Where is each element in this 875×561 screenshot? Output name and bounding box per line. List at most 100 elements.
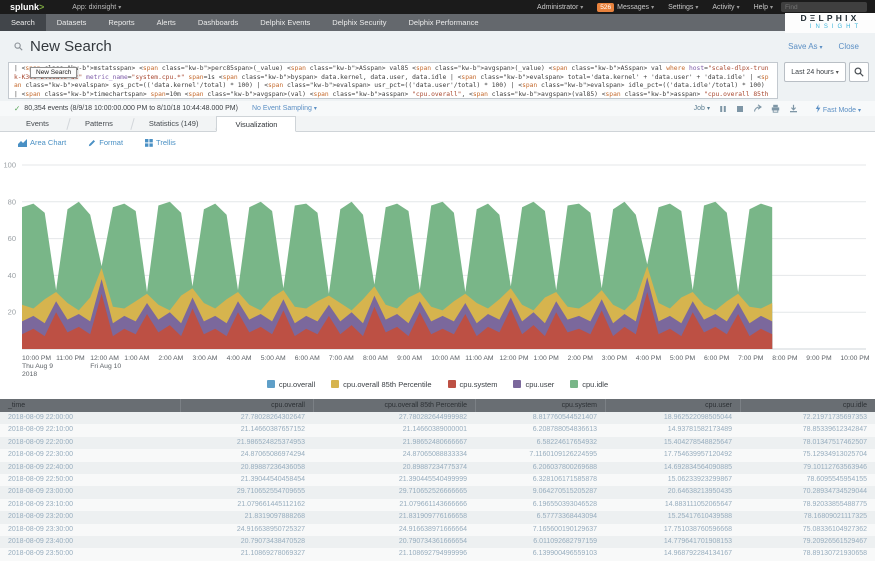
cell-time[interactable]: 2018-08-09 23:00:00 — [0, 486, 180, 498]
stop-job-button[interactable] — [736, 105, 744, 113]
cell-value[interactable]: 6.206037800269688 — [475, 462, 605, 474]
tab-events[interactable]: Events — [8, 116, 67, 131]
format-button[interactable]: Format — [88, 138, 123, 147]
cell-time[interactable]: 2018-08-09 22:40:00 — [0, 462, 180, 474]
cell-value[interactable]: 21.14660389000001 — [313, 424, 475, 436]
top-menu-help[interactable]: Help▾ — [754, 4, 773, 11]
app-menu[interactable]: App: dxinsight▾ — [72, 4, 121, 11]
chart-type-picker[interactable]: Area Chart — [18, 138, 66, 147]
cell-time[interactable]: 2018-08-09 22:20:00 — [0, 437, 180, 449]
cell-value[interactable]: 6.58224617654932 — [475, 437, 605, 449]
column-header-cpu-system[interactable]: cpu.system — [475, 399, 605, 412]
cell-value[interactable]: 27.78028264302647 — [180, 412, 313, 424]
column-header-cpu-idle[interactable]: cpu.idle — [740, 399, 875, 412]
cell-value[interactable]: 20.89887234775374 — [313, 462, 475, 474]
cell-value[interactable]: 21.390445540499999 — [313, 474, 475, 486]
cell-value[interactable]: 20.89887236436058 — [180, 462, 313, 474]
top-menu-messages[interactable]: 526Messages▾ — [597, 3, 654, 12]
cell-value[interactable]: 6.139900496559103 — [475, 548, 605, 560]
column-header-cpu-user[interactable]: cpu.user — [605, 399, 740, 412]
cell-value[interactable]: 21.831909776166658 — [313, 511, 475, 523]
cell-value[interactable]: 27.780282644999982 — [313, 412, 475, 424]
cell-value[interactable]: 75.12934913025704 — [740, 449, 875, 461]
cell-time[interactable]: 2018-08-09 23:50:00 — [0, 548, 180, 560]
cell-value[interactable]: 17.751038760596668 — [605, 524, 740, 536]
nav-item-search[interactable]: Search — [0, 14, 46, 31]
cell-value[interactable]: 78.16809021117325 — [740, 511, 875, 523]
cell-value[interactable]: 75.08336104927362 — [740, 524, 875, 536]
cell-value[interactable]: 14.692834564090885 — [605, 462, 740, 474]
cell-value[interactable]: 14.968792284134167 — [605, 548, 740, 560]
cell-value[interactable]: 15.06233923299867 — [605, 474, 740, 486]
nav-item-delphix-security[interactable]: Delphix Security — [321, 14, 397, 31]
tab-patterns[interactable]: Patterns — [67, 116, 131, 131]
top-menu-activity[interactable]: Activity▾ — [712, 4, 739, 11]
cell-value[interactable]: 6.328106171585878 — [475, 474, 605, 486]
cell-value[interactable]: 21.14660387657152 — [180, 424, 313, 436]
column-header-cpu-overall-85th-percentile[interactable]: cpu.overall 85th Percentile — [313, 399, 475, 412]
cell-value[interactable]: 21.39044540458454 — [180, 474, 313, 486]
cell-value[interactable]: 20.64638213950435 — [605, 486, 740, 498]
search-mode-menu[interactable]: Fast Mode▾ — [815, 104, 861, 114]
nav-item-delphix-performance[interactable]: Delphix Performance — [398, 14, 490, 31]
cell-value[interactable]: 15.25417610439588 — [605, 511, 740, 523]
cell-value[interactable]: 14.883111052065647 — [605, 499, 740, 511]
job-menu[interactable]: Job▾ — [694, 105, 710, 112]
pause-job-button[interactable] — [719, 105, 727, 113]
cell-value[interactable]: 20.79073438470528 — [180, 536, 313, 548]
time-range-picker[interactable]: Last 24 hours▾ — [784, 62, 846, 82]
cell-value[interactable]: 14.779641701908153 — [605, 536, 740, 548]
event-sampling-menu[interactable]: No Event Sampling▾ — [252, 105, 317, 112]
cell-time[interactable]: 2018-08-09 22:00:00 — [0, 412, 180, 424]
cell-value[interactable]: 9.064270515205287 — [475, 486, 605, 498]
cell-value[interactable]: 24.916638950725327 — [180, 524, 313, 536]
trellis-button[interactable]: Trellis — [145, 138, 176, 147]
cell-time[interactable]: 2018-08-09 23:10:00 — [0, 499, 180, 511]
cell-value[interactable]: 21.8319097888268 — [180, 511, 313, 523]
share-job-button[interactable] — [753, 104, 762, 113]
cell-value[interactable]: 7.165600190129637 — [475, 524, 605, 536]
cell-value[interactable]: 6.208788054836613 — [475, 424, 605, 436]
cell-value[interactable]: 7.1160109126224595 — [475, 449, 605, 461]
tab-visualization[interactable]: Visualization — [216, 116, 296, 132]
cell-value[interactable]: 29.710652526666665 — [313, 486, 475, 498]
cell-value[interactable]: 79.10112763563946 — [740, 462, 875, 474]
cell-value[interactable]: 24.916638971666664 — [313, 524, 475, 536]
cell-value[interactable]: 21.108692794999996 — [313, 548, 475, 560]
column-header-time[interactable]: _time — [0, 399, 180, 412]
cell-value[interactable]: 6.57773368443094 — [475, 511, 605, 523]
cell-value[interactable]: 6.196550393046528 — [475, 499, 605, 511]
cell-value[interactable]: 15.404278548825647 — [605, 437, 740, 449]
top-menu-settings[interactable]: Settings▾ — [668, 4, 698, 11]
close-button[interactable]: Close — [839, 42, 859, 51]
cell-time[interactable]: 2018-08-09 23:40:00 — [0, 536, 180, 548]
cell-value[interactable]: 21.98652480666667 — [313, 437, 475, 449]
cell-time[interactable]: 2018-08-09 23:30:00 — [0, 524, 180, 536]
cell-time[interactable]: 2018-08-09 23:20:00 — [0, 511, 180, 523]
cell-value[interactable]: 29.710652554709655 — [180, 486, 313, 498]
top-menu-administrator[interactable]: Administrator▾ — [537, 4, 583, 11]
cell-value[interactable]: 78.89130721930658 — [740, 548, 875, 560]
search-query-input[interactable]: | <span class="kw-b">mstatsspan> <span c… — [8, 62, 778, 99]
nav-item-delphix-events[interactable]: Delphix Events — [249, 14, 321, 31]
nav-item-reports[interactable]: Reports — [97, 14, 145, 31]
nav-item-datasets[interactable]: Datasets — [46, 14, 98, 31]
cell-value[interactable]: 17.754639957120492 — [605, 449, 740, 461]
cell-value[interactable]: 8.817760544521407 — [475, 412, 605, 424]
cell-value[interactable]: 24.87065088833334 — [313, 449, 475, 461]
cell-value[interactable]: 78.6095545954155 — [740, 474, 875, 486]
cell-value[interactable]: 20.790734361666654 — [313, 536, 475, 548]
cell-value[interactable]: 72.21971735697353 — [740, 412, 875, 424]
cell-value[interactable]: 78.01347517462507 — [740, 437, 875, 449]
splunk-logo[interactable]: splunk> — [10, 2, 44, 12]
save-as-button[interactable]: Save As▾ — [788, 42, 822, 51]
run-search-button[interactable] — [849, 62, 869, 82]
find-input[interactable] — [781, 2, 867, 12]
cell-value[interactable]: 24.87065086974294 — [180, 449, 313, 461]
cell-value[interactable]: 21.10869278069327 — [180, 548, 313, 560]
cell-value[interactable]: 18.962522098505044 — [605, 412, 740, 424]
cell-time[interactable]: 2018-08-09 22:50:00 — [0, 474, 180, 486]
cell-value[interactable]: 78.85339612342847 — [740, 424, 875, 436]
export-button[interactable] — [789, 104, 798, 113]
cell-value[interactable]: 6.011092682797159 — [475, 536, 605, 548]
